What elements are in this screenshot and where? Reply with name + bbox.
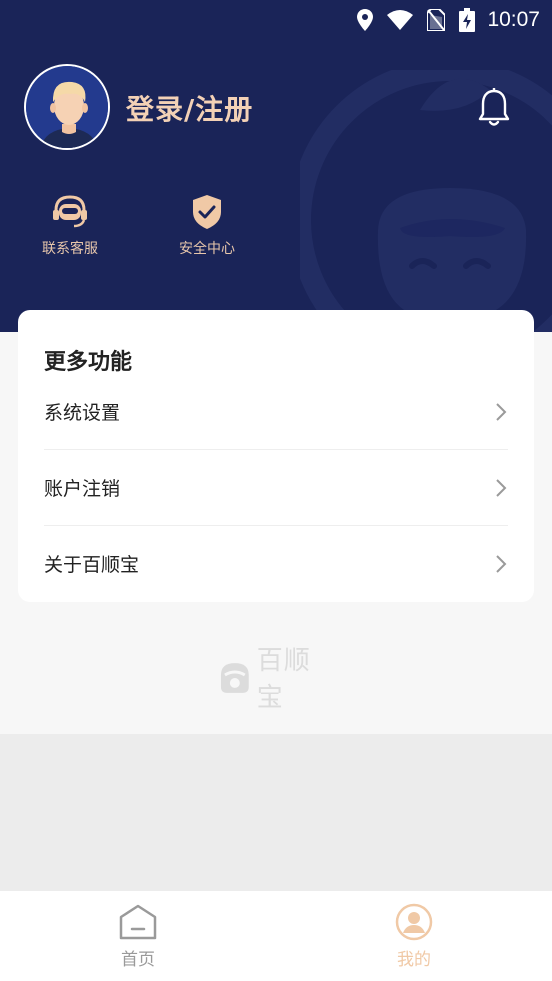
brand-logo-icon — [220, 663, 249, 693]
tab-profile[interactable]: 我的 — [364, 903, 464, 970]
profile-icon — [395, 903, 433, 941]
status-time: 10:07 — [487, 8, 540, 31]
bottom-tab-bar: 首页 我的 — [0, 891, 552, 981]
contact-support-button[interactable]: 联系客服 — [24, 192, 116, 258]
location-icon — [357, 9, 374, 31]
chevron-right-icon — [496, 479, 507, 497]
more-features-card: 更多功能 系统设置 账户注销 关于百顺宝 — [18, 310, 534, 602]
wifi-icon — [387, 10, 414, 30]
tab-home-label: 首页 — [121, 950, 155, 970]
battery-charging-icon — [459, 8, 476, 32]
no-sim-icon — [427, 9, 446, 31]
brand-name: 百顺宝 — [256, 646, 311, 713]
chevron-right-icon — [496, 555, 507, 573]
security-center-button[interactable]: 安全中心 — [161, 192, 253, 258]
menu-item-system-settings[interactable]: 系统设置 — [44, 374, 508, 450]
chevron-right-icon — [496, 403, 507, 421]
more-features-title: 更多功能 — [44, 350, 133, 375]
bell-icon[interactable] — [476, 88, 512, 128]
tab-profile-label: 我的 — [397, 950, 431, 970]
headset-icon — [53, 195, 87, 228]
mascot-watermark-icon — [300, 70, 552, 332]
menu-item-label: 账户注销 — [44, 478, 121, 500]
menu-item-about[interactable]: 关于百顺宝 — [44, 526, 508, 602]
shield-check-icon — [193, 195, 221, 229]
menu-item-account-cancellation[interactable]: 账户注销 — [44, 450, 508, 526]
brand-watermark: 百顺宝 — [217, 646, 337, 713]
home-icon — [119, 904, 157, 940]
avatar-illustration-icon — [26, 66, 108, 148]
status-bar: 10:07 — [0, 0, 552, 40]
tab-home[interactable]: 首页 — [88, 903, 188, 970]
menu-item-label: 系统设置 — [44, 402, 121, 424]
avatar[interactable] — [24, 64, 110, 150]
login-register-link[interactable]: 登录/注册 — [126, 88, 253, 128]
security-center-label: 安全中心 — [179, 241, 235, 257]
menu-item-label: 关于百顺宝 — [44, 554, 140, 576]
contact-support-label: 联系客服 — [42, 241, 98, 257]
profile-header: 10:07 登录/注册 联系客服 安全中心 — [0, 0, 552, 332]
